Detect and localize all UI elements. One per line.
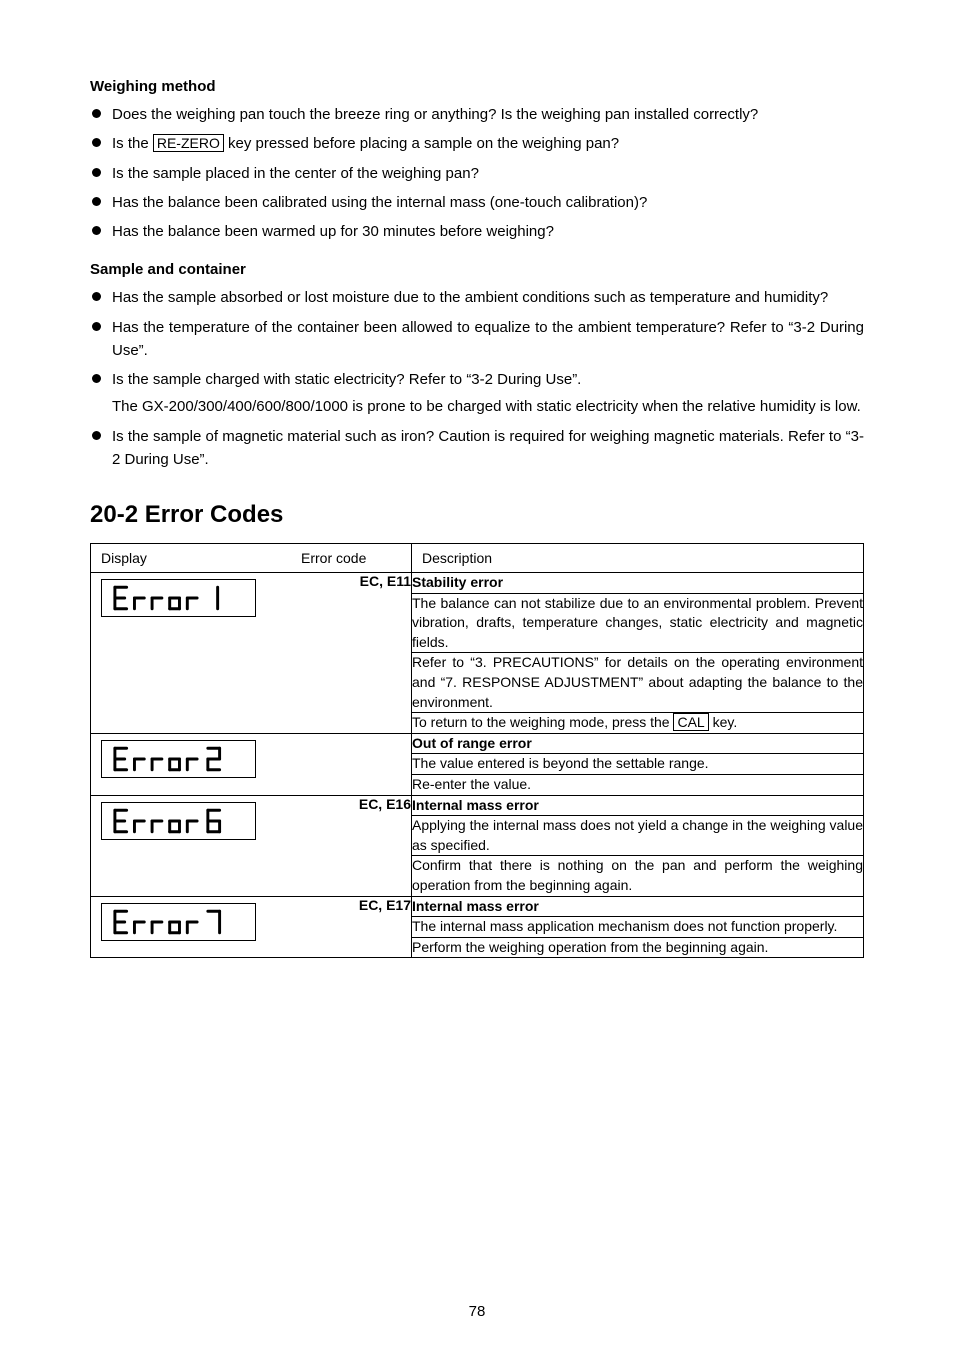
error-desc: Refer to “3. PRECAUTIONS” for details on… — [412, 653, 864, 713]
error-desc: The internal mass application mechanism … — [412, 917, 864, 938]
error-desc: Re-enter the value. — [412, 774, 864, 795]
sample-container-list: Has the sample absorbed or lost moisture… — [90, 286, 864, 391]
error-title: Stability error — [412, 574, 503, 590]
list-item: Has the sample absorbed or lost moisture… — [90, 286, 864, 309]
list-item: Has the temperature of the container bee… — [90, 316, 864, 363]
error-title: Out of range error — [412, 735, 532, 751]
col-code: Error code — [291, 544, 412, 573]
error-codes-title: 20-2 Error Codes — [90, 501, 864, 529]
col-display: Display — [91, 544, 292, 573]
list-item: Is the sample of magnetic material such … — [90, 425, 864, 472]
list-sub-text: The GX-200/300/400/600/800/1000 is prone… — [90, 395, 864, 418]
error-desc: Applying the internal mass does not yiel… — [412, 816, 864, 856]
list-item: Does the weighing pan touch the breeze r… — [90, 103, 864, 126]
list-item: Has the balance been calibrated using th… — [90, 191, 864, 214]
error-desc: To return to the weighing mode, press th… — [412, 713, 864, 734]
error-code — [291, 733, 412, 754]
error-title: Internal mass error — [412, 898, 539, 914]
text: key. — [709, 714, 738, 730]
error-desc: Confirm that there is nothing on the pan… — [412, 856, 864, 896]
error-7-display — [101, 903, 256, 941]
text: Is the — [112, 135, 153, 152]
weighing-method-heading: Weighing method — [90, 78, 864, 95]
error-desc: Perform the weighing operation from the … — [412, 937, 864, 958]
error-desc: The balance can not stabilize due to an … — [412, 593, 864, 653]
error-6-display — [101, 802, 256, 840]
cal-key-label: CAL — [673, 713, 708, 731]
error-code: EC, E17 — [291, 896, 412, 917]
error-title: Internal mass error — [412, 797, 539, 813]
error-1-display — [101, 579, 256, 617]
list-item: Is the sample placed in the center of th… — [90, 162, 864, 185]
error-desc: The value entered is beyond the settable… — [412, 754, 864, 775]
rezero-key-label: RE-ZERO — [153, 134, 224, 152]
sample-container-list-2: Is the sample of magnetic material such … — [90, 425, 864, 472]
list-item: Is the sample charged with static electr… — [90, 368, 864, 391]
list-item: Is the RE-ZERO key pressed before placin… — [90, 132, 864, 155]
error-code: EC, E11 — [291, 573, 412, 594]
text: key pressed before placing a sample on t… — [224, 135, 619, 152]
text: To return to the weighing mode, press th… — [412, 714, 673, 730]
list-item: Has the balance been warmed up for 30 mi… — [90, 220, 864, 243]
error-codes-table: Display Error code Description — [90, 543, 864, 958]
sample-container-heading: Sample and container — [90, 261, 864, 278]
error-code: EC, E16 — [291, 795, 412, 816]
page-number: 78 — [0, 1303, 954, 1320]
error-2-display — [101, 740, 256, 778]
col-desc: Description — [412, 544, 864, 573]
weighing-method-list: Does the weighing pan touch the breeze r… — [90, 103, 864, 243]
